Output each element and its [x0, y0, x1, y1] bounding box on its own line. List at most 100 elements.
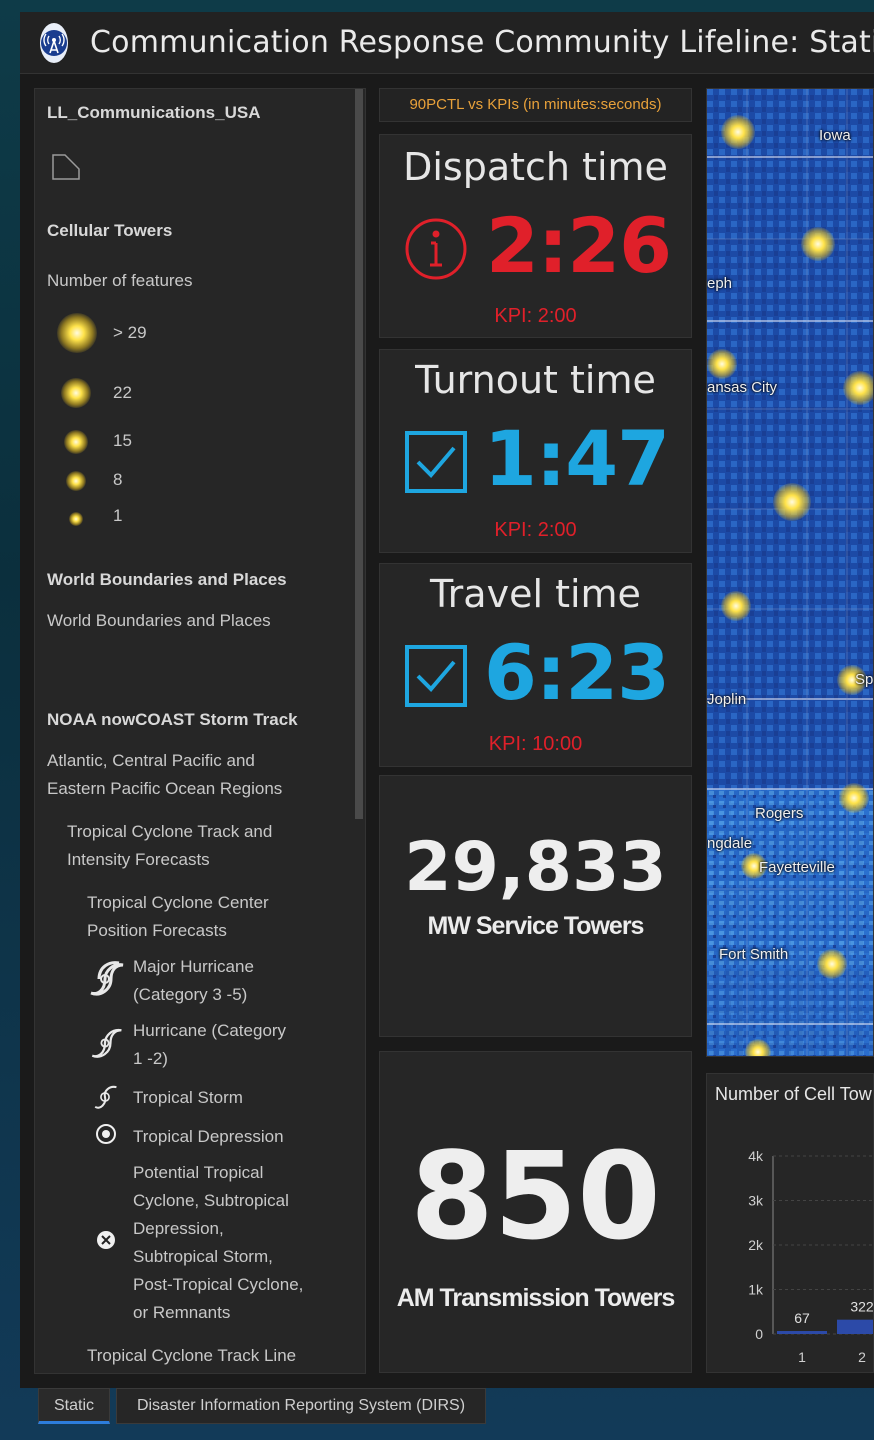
- map-place-label: Rogers: [755, 805, 804, 822]
- map-place-label: ansas City: [707, 379, 778, 396]
- bar: [777, 1331, 827, 1334]
- map-place-label: Joplin: [707, 691, 747, 708]
- major-hurricane-icon: [83, 957, 127, 1006]
- header-bar: Communication Response Community Lifelin…: [20, 12, 874, 74]
- card-title: Travel time: [430, 572, 641, 616]
- tower-cluster[interactable]: [839, 783, 869, 813]
- tropical-depression-icon: [95, 1123, 117, 1150]
- tower-cluster[interactable]: [707, 349, 737, 379]
- card-value: 2:26: [486, 201, 672, 290]
- info-circle-icon: [404, 217, 468, 286]
- tower-cluster[interactable]: [801, 227, 835, 261]
- legend-world-title: World Boundaries and Places: [47, 570, 287, 589]
- tropical-storm-icon: [87, 1079, 123, 1120]
- map-place-label: Fort Smith: [719, 946, 789, 963]
- legend-tropical-storm: Tropical Storm: [133, 1088, 243, 1107]
- bottom-tabs: Static Disaster Information Reporting Sy…: [20, 1388, 874, 1428]
- y-tick-label: 2k: [748, 1237, 764, 1253]
- legend-potential-line: Potential Tropical: [133, 1163, 264, 1182]
- legend-regions-line: Eastern Pacific Ocean Regions: [47, 779, 283, 798]
- legend-cellular-title: Cellular Towers: [47, 221, 173, 240]
- mw-towers-card: 29,833 MW Service Towers: [379, 775, 692, 1037]
- map-place-label: Fayetteville: [759, 859, 835, 876]
- size-symbol: [61, 378, 91, 408]
- card-value: 6:23: [484, 628, 670, 717]
- potential-cyclone-icon: [95, 1229, 117, 1256]
- legend-potential-line: Cyclone, Subtropical: [133, 1191, 289, 1210]
- hurricane-icon: [85, 1023, 125, 1068]
- legend-forecasts-line: Tropical Cyclone Track and: [67, 822, 273, 841]
- mw-towers-label: MW Service Towers: [427, 912, 645, 940]
- radio-tower-icon: [40, 22, 68, 63]
- tower-cluster[interactable]: [721, 591, 751, 621]
- size-label: 1: [113, 506, 123, 525]
- bar-data-label: 322: [850, 1299, 874, 1315]
- legend-forecasts-line: Intensity Forecasts: [67, 850, 210, 869]
- legend-regions-line: Atlantic, Central Pacific and: [47, 751, 255, 770]
- map-place-label: Iowa: [819, 127, 851, 144]
- legend-hurricane: 1 -2): [133, 1049, 168, 1068]
- size-symbol-large: [57, 313, 97, 353]
- legend-world-item: World Boundaries and Places: [47, 611, 271, 630]
- tab-dirs[interactable]: Disaster Information Reporting System (D…: [116, 1388, 486, 1424]
- size-label: > 29: [113, 323, 147, 342]
- tower-cluster[interactable]: [843, 371, 873, 405]
- x-tick-label: 1: [798, 1349, 806, 1365]
- card-title: Turnout time: [415, 358, 656, 402]
- am-towers-card: 850 AM Transmission Towers: [379, 1051, 692, 1373]
- legend-track-line: Tropical Cyclone Track Line: [87, 1346, 297, 1365]
- map-place-label: eph: [707, 275, 733, 292]
- legend-panel[interactable]: LL_Communications_USA Cellular Towers Nu…: [34, 88, 366, 1374]
- legend-scrollbar[interactable]: [355, 89, 363, 819]
- turnout-time-card: Turnout time 1:47 KPI: 2:00: [379, 349, 692, 553]
- am-towers-count: 850: [410, 1128, 661, 1267]
- card-kpi: KPI: 2:00: [494, 305, 577, 327]
- legend-major-hurricane: Major Hurricane: [133, 957, 254, 976]
- legend-tropical-depression: Tropical Depression: [133, 1127, 284, 1146]
- size-symbol: [66, 471, 86, 491]
- cell-towers-chart: Number of Cell Tow 4k 3k 2k 1k 0 67 1 322 2: [706, 1073, 874, 1373]
- mw-towers-count: 29,833: [404, 828, 667, 907]
- legend-potential-line: or Remnants: [133, 1303, 231, 1322]
- chart-plot: 4k 3k 2k 1k 0 67 1 322 2: [748, 1148, 874, 1365]
- y-tick-label: 0: [755, 1326, 763, 1342]
- legend-layer-title: LL_Communications_USA: [47, 103, 261, 122]
- y-tick-label: 3k: [748, 1193, 764, 1209]
- card-kpi: KPI: 2:00: [494, 519, 577, 541]
- kpi-note: 90PCTL vs KPIs (in minutes:seconds): [379, 88, 692, 122]
- travel-time-card: Travel time 6:23 KPI: 10:00: [379, 563, 692, 767]
- tower-cluster[interactable]: [773, 483, 811, 521]
- legend-potential-line: Subtropical Storm,: [133, 1247, 273, 1266]
- tower-cluster[interactable]: [817, 949, 847, 979]
- legend-center-line: Tropical Cyclone Center: [87, 893, 269, 912]
- checkbox-checked-icon: [404, 644, 468, 713]
- map-place-label: Sp: [855, 671, 874, 688]
- size-label: 15: [113, 431, 132, 450]
- size-label: 8: [113, 470, 123, 489]
- legend-potential-line: Post-Tropical Cyclone,: [133, 1275, 304, 1294]
- bar-data-label: 67: [794, 1310, 810, 1326]
- polygon-layer-icon: [51, 151, 81, 186]
- card-title: Dispatch time: [403, 145, 668, 189]
- x-tick-label: 2: [858, 1349, 866, 1365]
- checkbox-checked-icon: [404, 430, 468, 499]
- size-symbol-small: [69, 512, 83, 526]
- map-basemap: [707, 89, 873, 1056]
- legend-noaa-title: NOAA nowCOAST Storm Track: [47, 710, 298, 729]
- tower-cluster[interactable]: [721, 115, 755, 149]
- am-towers-label: AM Transmission Towers: [396, 1284, 676, 1312]
- y-tick-label: 1k: [748, 1282, 764, 1298]
- dashboard-frame: Communication Response Community Lifelin…: [20, 12, 874, 1388]
- legend-potential-line: Depression,: [133, 1219, 224, 1238]
- tab-static[interactable]: Static: [38, 1388, 110, 1424]
- legend-major-hurricane: (Category 3 -5): [133, 985, 248, 1004]
- size-label: 22: [113, 383, 132, 402]
- card-kpi: KPI: 10:00: [488, 733, 583, 755]
- card-value: 1:47: [484, 414, 670, 503]
- legend-center-line: Position Forecasts: [87, 921, 227, 940]
- size-symbol: [64, 430, 88, 454]
- map-place-label: ngdale: [707, 835, 753, 852]
- y-tick-label: 4k: [748, 1148, 764, 1164]
- map-view[interactable]: Iowa eph ansas City Joplin Sp Rogers ngd…: [706, 88, 874, 1057]
- legend-hurricane: Hurricane (Category: [133, 1021, 287, 1040]
